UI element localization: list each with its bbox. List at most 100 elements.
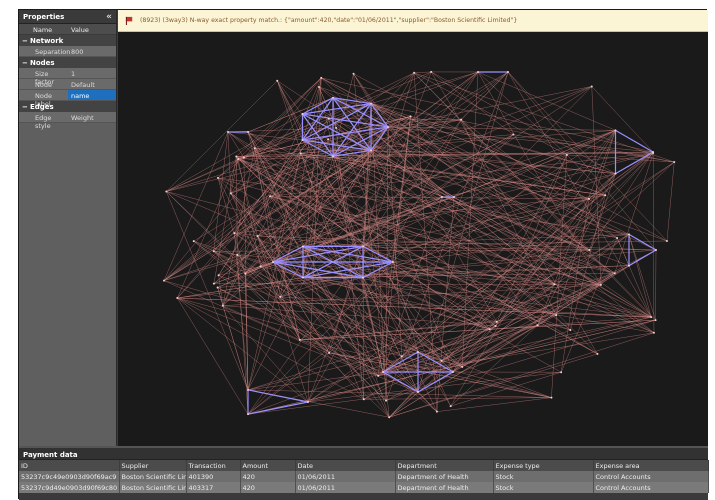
graph-node[interactable] (496, 321, 498, 323)
property-value[interactable]: Default (68, 79, 116, 89)
graph-node[interactable] (652, 152, 654, 154)
graph-node[interactable] (227, 131, 229, 133)
graph-node[interactable] (257, 235, 259, 237)
section-edges[interactable]: −Edges (19, 101, 116, 112)
graph-node[interactable] (616, 237, 618, 239)
graph-node[interactable] (588, 249, 590, 251)
graph-node[interactable] (596, 353, 598, 355)
graph-node[interactable] (477, 71, 479, 73)
section-network[interactable]: −Network (19, 35, 116, 46)
graph-node[interactable] (655, 249, 657, 251)
graph-node[interactable] (588, 198, 590, 200)
graph-node[interactable] (653, 332, 655, 334)
property-row-edge-style[interactable]: Edge style Weight (19, 112, 116, 123)
graph-node[interactable] (628, 233, 630, 235)
graph-node[interactable] (591, 85, 593, 87)
graph-node[interactable] (300, 152, 302, 154)
col-id[interactable]: ID (19, 460, 119, 471)
graph-node[interactable] (614, 272, 616, 274)
graph-node[interactable] (236, 254, 238, 256)
graph-node[interactable] (222, 305, 224, 307)
graph-node[interactable] (235, 155, 237, 157)
table-row[interactable]: 53237c9c49e0903d90f69ac9 Boston Scientif… (19, 471, 708, 482)
network-graph[interactable] (118, 32, 708, 446)
col-expense-area[interactable]: Expense area (593, 460, 708, 471)
graph-node[interactable] (272, 261, 274, 263)
graph-node[interactable] (335, 127, 337, 129)
property-row-separation[interactable]: Separation 800 (19, 46, 116, 57)
collapse-minus-icon[interactable]: − (22, 37, 30, 45)
property-row-node-style[interactable]: Node style Default (19, 79, 116, 90)
graph-node[interactable] (332, 155, 334, 157)
graph-node[interactable] (628, 265, 630, 267)
graph-node[interactable] (461, 366, 463, 368)
graph-node[interactable] (302, 277, 304, 279)
property-row-node-label[interactable]: Node label name (19, 90, 116, 101)
graph-node[interactable] (441, 196, 443, 198)
graph-node[interactable] (269, 195, 271, 197)
col-amount[interactable]: Amount (240, 460, 295, 471)
graph-node[interactable] (450, 405, 452, 407)
graph-node[interactable] (363, 398, 365, 400)
graph-node[interactable] (243, 157, 245, 159)
graph-node[interactable] (512, 134, 514, 136)
graph-node[interactable] (370, 103, 372, 105)
property-value[interactable]: name (68, 90, 116, 100)
graph-node[interactable] (553, 283, 555, 285)
property-row-size-factor[interactable]: Size factor 1 (19, 68, 116, 79)
graph-node[interactable] (320, 77, 322, 79)
graph-node[interactable] (495, 325, 497, 327)
graph-node[interactable] (327, 138, 329, 140)
network-graph-canvas[interactable] (118, 32, 708, 446)
graph-node[interactable] (555, 314, 557, 316)
graph-node[interactable] (417, 391, 419, 393)
graph-node[interactable] (302, 245, 304, 247)
graph-node[interactable] (299, 339, 301, 341)
graph-node[interactable] (666, 240, 668, 242)
graph-node[interactable] (217, 287, 219, 289)
graph-node[interactable] (353, 73, 355, 75)
graph-node[interactable] (244, 273, 246, 275)
graph-node[interactable] (377, 375, 379, 377)
graph-node[interactable] (430, 71, 432, 73)
graph-node[interactable] (233, 232, 235, 234)
col-department[interactable]: Department (395, 460, 493, 471)
graph-node[interactable] (489, 328, 491, 330)
graph-node[interactable] (247, 389, 249, 391)
graph-node[interactable] (569, 329, 571, 331)
graph-node[interactable] (163, 280, 165, 282)
graph-node[interactable] (410, 115, 412, 117)
graph-node[interactable] (276, 80, 278, 82)
graph-node[interactable] (537, 324, 539, 326)
graph-node[interactable] (388, 416, 390, 418)
graph-node[interactable] (362, 277, 364, 279)
graph-node[interactable] (604, 194, 606, 196)
graph-node[interactable] (328, 118, 330, 120)
graph-node[interactable] (370, 149, 372, 151)
graph-node[interactable] (260, 265, 262, 267)
graph-node[interactable] (237, 158, 239, 160)
graph-node[interactable] (213, 283, 215, 285)
graph-node[interactable] (550, 397, 552, 399)
graph-node[interactable] (436, 411, 438, 413)
graph-node[interactable] (382, 371, 384, 373)
collapse-panel-icon[interactable]: « (106, 12, 112, 22)
section-nodes[interactable]: −Nodes (19, 57, 116, 68)
graph-node[interactable] (650, 316, 652, 318)
graph-node[interactable] (507, 71, 509, 73)
property-value[interactable]: 800 (68, 46, 116, 56)
graph-node[interactable] (230, 192, 232, 194)
graph-node[interactable] (318, 86, 320, 88)
graph-node[interactable] (655, 319, 657, 321)
graph-node[interactable] (417, 351, 419, 353)
col-supplier[interactable]: Supplier (119, 460, 186, 471)
graph-node[interactable] (413, 72, 415, 74)
graph-node[interactable] (217, 177, 219, 179)
graph-node[interactable] (254, 147, 256, 149)
graph-node[interactable] (213, 250, 215, 252)
collapse-minus-icon[interactable]: − (22, 59, 30, 67)
col-transaction[interactable]: Transaction (186, 460, 240, 471)
graph-node[interactable] (332, 97, 334, 99)
graph-node[interactable] (176, 297, 178, 299)
graph-node[interactable] (328, 352, 330, 354)
